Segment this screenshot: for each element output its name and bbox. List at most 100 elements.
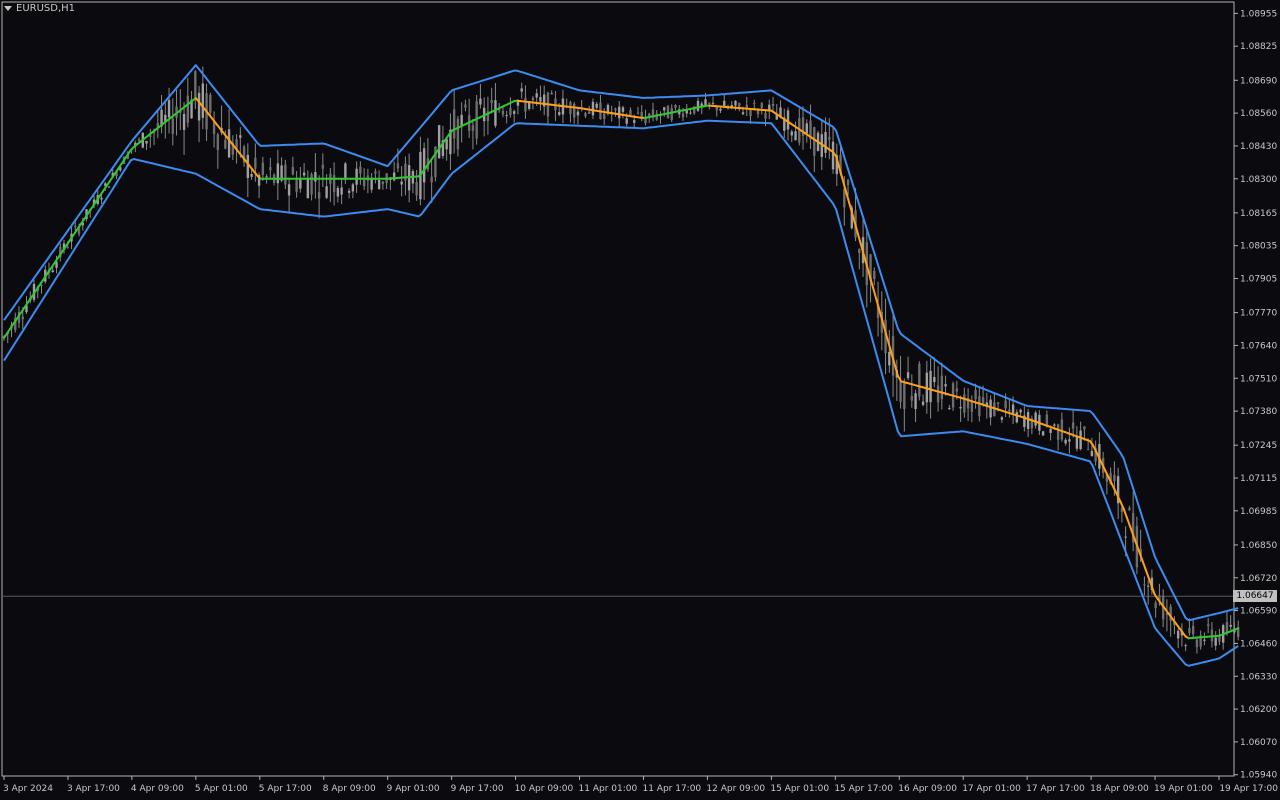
candle-body <box>771 104 775 106</box>
candle-body <box>310 174 313 195</box>
chevron-down-icon[interactable] <box>4 6 12 11</box>
candle-body <box>974 390 977 400</box>
candle-body <box>1008 409 1011 412</box>
candle-body <box>51 270 54 272</box>
x-tick-label: 11 Apr 17:00 <box>642 784 701 794</box>
x-tick-label: 3 Apr 2024 <box>3 784 53 794</box>
candle-body <box>1075 436 1079 449</box>
candle-body <box>100 197 103 200</box>
candle-body <box>663 107 666 111</box>
candle-body <box>1146 585 1150 587</box>
candle-body <box>794 131 797 141</box>
candle-body <box>479 98 482 105</box>
candle-body <box>1229 624 1232 627</box>
y-tick-label: 1.06590 <box>1240 607 1277 617</box>
symbol-title-text: EURUSD,H1 <box>16 3 76 14</box>
candle-body <box>569 102 572 115</box>
candle-body <box>1056 424 1060 440</box>
candle-body <box>749 110 752 117</box>
y-tick-label: 1.07380 <box>1240 407 1277 417</box>
candle-body <box>603 113 606 120</box>
candle-body <box>291 166 295 175</box>
candle-body <box>719 108 722 111</box>
candle-body <box>314 172 317 182</box>
candle-body <box>201 83 205 118</box>
y-tick-label: 1.08825 <box>1240 42 1277 52</box>
symbol-title[interactable]: EURUSD,H1 <box>4 3 75 14</box>
candle-body <box>1128 507 1131 511</box>
x-tick-label: 9 Apr 17:00 <box>451 784 504 794</box>
candle-body <box>764 112 767 119</box>
y-tick-label: 1.06200 <box>1240 705 1277 715</box>
candle-body <box>524 97 527 112</box>
candle-body <box>1113 474 1116 482</box>
candle-body <box>362 179 366 187</box>
candle-body <box>824 132 827 153</box>
candle-body <box>899 381 902 402</box>
x-tick-label: 8 Apr 09:00 <box>323 784 376 794</box>
y-tick-label: 1.06985 <box>1240 507 1277 517</box>
candle-body <box>396 163 400 169</box>
y-tick-label: 1.07245 <box>1240 441 1277 451</box>
candle-body <box>1188 628 1191 634</box>
candle-body <box>888 351 891 366</box>
candle-body <box>1191 625 1195 635</box>
candle-body <box>216 134 220 150</box>
candle-body <box>858 248 861 253</box>
candle-body <box>790 131 793 136</box>
current-price-tag: 1.06647 <box>1233 590 1277 603</box>
x-tick-label: 12 Apr 09:00 <box>706 784 765 794</box>
candle-body <box>846 180 850 185</box>
x-tick-label: 5 Apr 01:00 <box>195 784 248 794</box>
candle-body <box>377 179 381 190</box>
candle-body <box>21 316 24 320</box>
candle-body <box>1143 584 1146 586</box>
candle-body <box>370 178 373 190</box>
candle-body <box>959 406 962 409</box>
candle-body <box>981 397 985 404</box>
candle-body <box>614 108 617 111</box>
y-tick-label: 1.07905 <box>1240 275 1277 285</box>
candle-body <box>1060 419 1064 440</box>
candle-body <box>186 95 190 123</box>
y-tick-label: 1.08955 <box>1240 9 1277 19</box>
candle-body <box>460 114 463 126</box>
candle-body <box>520 88 523 92</box>
candle-body <box>970 401 974 412</box>
candle-body <box>374 171 377 174</box>
candle-body <box>494 100 497 126</box>
candle-body <box>340 187 343 195</box>
candle-body <box>246 154 250 179</box>
candle-body <box>828 136 831 140</box>
candle-body <box>269 167 272 171</box>
candle-body <box>464 104 467 108</box>
candle-body <box>978 395 981 417</box>
candle-body <box>317 192 321 199</box>
y-tick-label: 1.08300 <box>1240 175 1277 185</box>
chart-window: 1.08955 1.08825 1.08690 1.08560 1.08430 1.083… <box>0 0 1280 800</box>
candle-body <box>224 139 227 149</box>
price-chart[interactable]: 1.08955 1.08825 1.08690 1.08560 1.08430 1.083… <box>0 0 1280 800</box>
candle-body <box>948 407 951 410</box>
candle-body <box>670 108 673 120</box>
x-tick-label: 16 Apr 09:00 <box>898 784 957 794</box>
candle-body <box>1045 414 1049 426</box>
x-tick-label: 4 Apr 09:00 <box>131 784 184 794</box>
candle-body <box>137 139 141 141</box>
y-tick-label: 1.08165 <box>1240 209 1277 219</box>
candle-body <box>512 111 516 114</box>
candle-body <box>344 163 347 178</box>
y-tick-label: 1.07770 <box>1240 309 1277 319</box>
y-tick-label: 1.05940 <box>1240 771 1277 781</box>
candle-body <box>1034 412 1037 426</box>
candle-body <box>284 164 287 185</box>
x-tick-label: 5 Apr 17:00 <box>259 784 312 794</box>
candle-body <box>332 175 336 193</box>
candle-body <box>1015 412 1019 423</box>
candle-body <box>471 125 475 131</box>
candle-body <box>1090 450 1094 457</box>
candle-body <box>145 141 148 144</box>
candle-body <box>921 401 925 405</box>
middle-band-segment <box>1119 501 1125 510</box>
y-tick-label: 1.07115 <box>1240 474 1277 484</box>
